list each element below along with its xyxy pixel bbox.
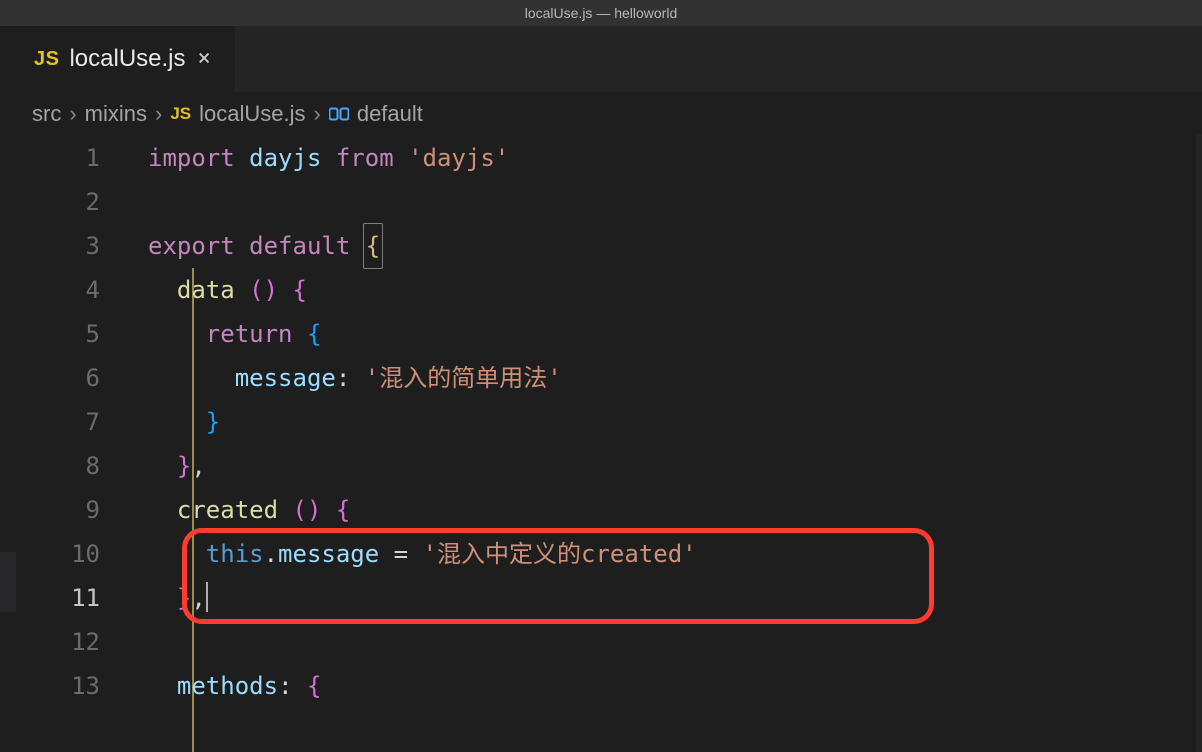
js-file-icon: JS	[170, 104, 191, 124]
minimap[interactable]	[1196, 134, 1202, 752]
editor-tabs: JS localUse.js ×	[18, 26, 1202, 92]
code-line[interactable]: 9 created () {	[18, 488, 1202, 532]
line-number: 8	[18, 444, 148, 488]
token-ident: methods	[177, 672, 278, 700]
token-brace: {	[307, 320, 321, 348]
code-line[interactable]: 4 data () {	[18, 268, 1202, 312]
token-ident: message	[278, 540, 379, 568]
line-number: 6	[18, 356, 148, 400]
chevron-right-icon: ›	[69, 101, 76, 127]
line-number: 9	[18, 488, 148, 532]
symbol-namespace-icon	[329, 105, 349, 123]
token-punc: :	[278, 672, 292, 700]
token-brace: }	[177, 452, 191, 480]
line-number: 10	[18, 532, 148, 576]
line-number: 4	[18, 268, 148, 312]
token-ident: dayjs	[249, 144, 321, 172]
token-punc: =	[394, 540, 408, 568]
token-paren: ()	[293, 496, 322, 524]
line-number: 11	[18, 576, 148, 620]
token-keyword: export	[148, 232, 235, 260]
token-punc: ,	[191, 584, 205, 612]
activity-bar	[0, 26, 20, 752]
code-line[interactable]: 6 message: '混入的简单用法'	[18, 356, 1202, 400]
token-brace: {	[307, 672, 321, 700]
activity-bar-indicator	[0, 552, 16, 612]
tab-title: localUse.js	[69, 45, 185, 73]
token-ident: message	[235, 364, 336, 392]
code-line[interactable]: 7 }	[18, 400, 1202, 444]
token-string: 'dayjs'	[408, 144, 509, 172]
bracket-match-box: {	[363, 223, 383, 269]
token-brace: }	[206, 408, 220, 436]
chevron-right-icon: ›	[155, 101, 162, 127]
token-string: '混入中定义的created'	[423, 540, 697, 568]
token-function: created	[177, 496, 278, 524]
code-line[interactable]: 2	[18, 180, 1202, 224]
code-line[interactable]: 8 },	[18, 444, 1202, 488]
breadcrumb[interactable]: src › mixins › JS localUse.js › default	[18, 92, 1202, 136]
code-editor[interactable]: 1 import dayjs from 'dayjs' 2 3 export d…	[18, 136, 1202, 708]
breadcrumb-item-mixins[interactable]: mixins	[85, 101, 147, 127]
code-line[interactable]: 13 methods: {	[18, 664, 1202, 708]
code-line[interactable]: 10 this.message = '混入中定义的created'	[18, 532, 1202, 576]
token-paren: ()	[249, 276, 278, 304]
token-brace: {	[336, 496, 350, 524]
line-number: 13	[18, 664, 148, 708]
window-titlebar: localUse.js — helloworld	[0, 0, 1202, 26]
token-brace: }	[177, 584, 191, 612]
chevron-right-icon: ›	[314, 101, 321, 127]
token-keyword: return	[206, 320, 293, 348]
token-this: this	[206, 540, 264, 568]
token-brace: {	[366, 232, 380, 260]
code-line[interactable]: 5 return {	[18, 312, 1202, 356]
token-keyword: import	[148, 144, 235, 172]
js-file-icon: JS	[34, 48, 59, 71]
window-title: localUse.js — helloworld	[525, 5, 678, 21]
code-line[interactable]: 12	[18, 620, 1202, 664]
breadcrumb-item-file[interactable]: localUse.js	[199, 101, 305, 127]
token-function: data	[177, 276, 235, 304]
token-keyword: default	[249, 232, 350, 260]
token-brace: {	[293, 276, 307, 304]
line-number: 3	[18, 224, 148, 268]
token-punc: ,	[191, 452, 205, 480]
line-number: 7	[18, 400, 148, 444]
code-line[interactable]: 11 },	[18, 576, 1202, 620]
text-cursor	[206, 582, 208, 612]
close-icon[interactable]: ×	[196, 46, 213, 72]
breadcrumb-item-src[interactable]: src	[32, 101, 61, 127]
code-line[interactable]: 3 export default {	[18, 224, 1202, 268]
breadcrumb-item-default[interactable]: default	[357, 101, 423, 127]
tab-localuse[interactable]: JS localUse.js ×	[18, 26, 236, 92]
line-number: 12	[18, 620, 148, 664]
line-number: 2	[18, 180, 148, 224]
line-number: 5	[18, 312, 148, 356]
editor-area: JS localUse.js × src › mixins › JS local…	[18, 26, 1202, 752]
token-keyword: from	[336, 144, 394, 172]
line-number: 1	[18, 136, 148, 180]
code-line[interactable]: 1 import dayjs from 'dayjs'	[18, 136, 1202, 180]
token-string: '混入的简单用法'	[365, 364, 562, 392]
token-punc: :	[336, 364, 350, 392]
